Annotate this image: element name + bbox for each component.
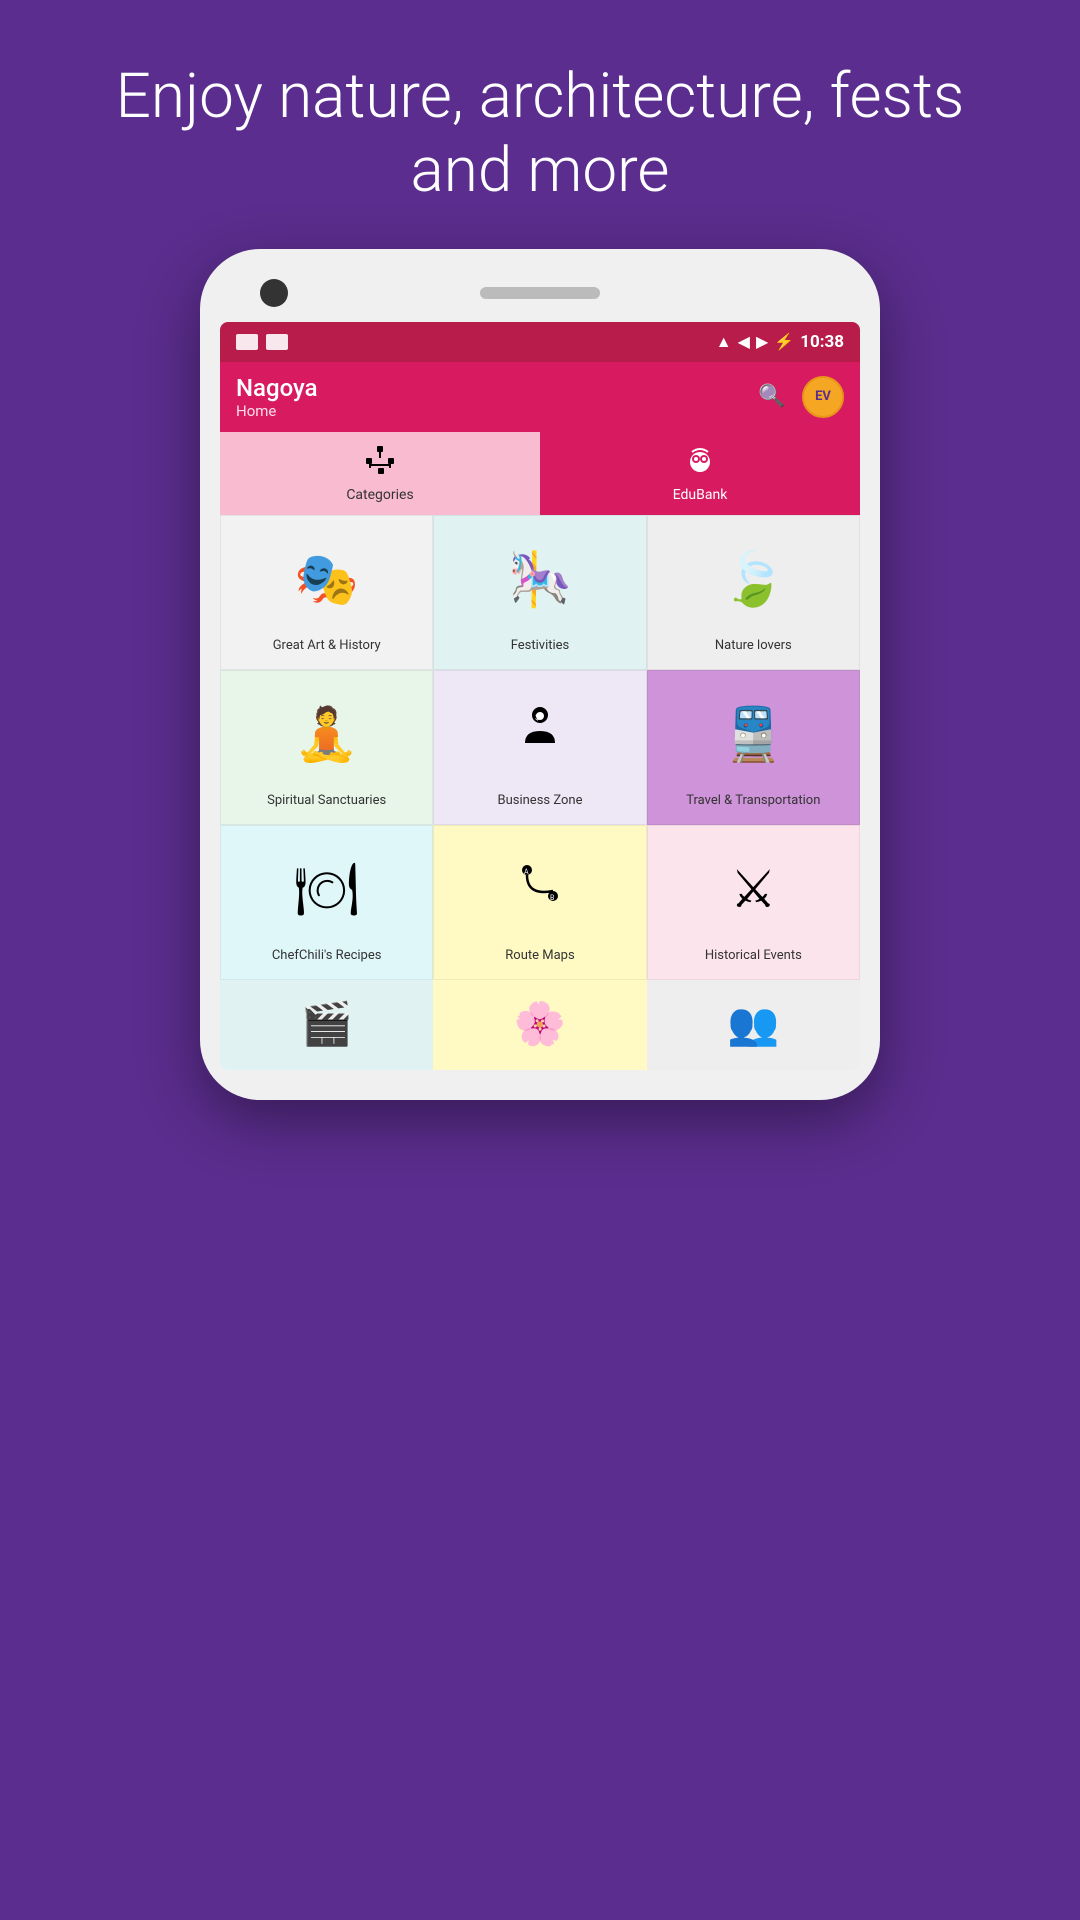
category-grid: 🎭 Great Art & History 🎠 Festivities 🍃 Na… [220,515,860,980]
app-bar: Nagoya Home 🔍 EV [220,362,860,432]
category-business[interactable]: $ Business Zone [433,670,646,825]
partial-row: 🎬 🌸 👥 [220,980,860,1070]
camera-icon [260,279,288,307]
status-time: 10:38 [800,332,844,352]
partial-icon-1: 🎬 [301,1000,353,1049]
category-travel[interactable]: 🚆 Travel & Transportation [647,670,860,825]
festivities-icon: 🎠 [508,549,573,610]
wifi-icon: ▲ [716,332,732,352]
historical-label: Historical Events [705,948,802,965]
battery-icon: ⚡ [774,332,794,351]
business-label: Business Zone [497,793,582,810]
user-avatar-button[interactable]: EV [802,376,844,418]
partial-cell-3[interactable]: 👥 [647,980,860,1070]
nature-icon: 🍃 [721,549,786,610]
status-left-icons [236,334,288,350]
app-title-block: Nagoya Home [236,374,318,420]
route-icon: A B [515,858,565,921]
festivities-label: Festivities [511,638,570,655]
travel-icon: 🚆 [721,704,786,765]
great-art-icon: 🎭 [294,549,359,610]
great-art-label: Great Art & History [273,638,381,655]
partial-icon-2: 🌸 [514,1000,566,1049]
app-icon-2 [266,334,288,350]
phone-screen: ▲ ◀ ▶ ⚡ 10:38 Nagoya Home 🔍 EV [220,322,860,1070]
partial-icon-3: 👥 [727,1000,779,1049]
category-route[interactable]: A B Route Maps [433,825,646,980]
category-spiritual[interactable]: 🧘 Spiritual Sanctuaries [220,670,433,825]
category-great-art[interactable]: 🎭 Great Art & History [220,515,433,670]
app-icon-1 [236,334,258,350]
tab-categories-label: Categories [346,487,413,503]
app-subtitle: Home [236,402,318,420]
phone-bezel [220,279,860,322]
route-label: Route Maps [505,948,574,965]
status-bar: ▲ ◀ ▶ ⚡ 10:38 [220,322,860,362]
phone-device: ▲ ◀ ▶ ⚡ 10:38 Nagoya Home 🔍 EV [200,249,880,1100]
categories-icon [364,444,396,483]
chef-icon: 🍽 [294,859,360,920]
signal-full-icon: ▶ [756,332,768,351]
status-right-icons: ▲ ◀ ▶ ⚡ 10:38 [716,332,844,352]
hero-text: Enjoy nature, architecture, fests and mo… [0,0,1080,249]
category-chef[interactable]: 🍽 ChefChili's Recipes [220,825,433,980]
partial-cell-2[interactable]: 🌸 [433,980,646,1070]
search-button[interactable]: 🔍 [754,379,790,415]
spiritual-label: Spiritual Sanctuaries [267,793,386,810]
app-bar-actions: 🔍 EV [754,376,844,418]
category-festivities[interactable]: 🎠 Festivities [433,515,646,670]
edubank-icon [684,444,716,483]
signal-icon: ◀ [738,332,750,351]
svg-text:B: B [550,894,554,902]
avatar-label: EV [815,389,831,404]
partial-cell-1[interactable]: 🎬 [220,980,433,1070]
business-icon: $ [515,703,565,766]
category-historical[interactable]: ⚔ Historical Events [647,825,860,980]
chef-label: ChefChili's Recipes [272,948,382,965]
historical-icon: ⚔ [730,859,777,920]
app-title: Nagoya [236,374,318,402]
tab-bar: Categories EduBank [220,432,860,515]
tab-edubank-label: EduBank [673,487,728,503]
nature-label: Nature lovers [715,638,792,655]
tab-categories[interactable]: Categories [220,432,540,515]
spiritual-icon: 🧘 [294,704,359,765]
speaker [480,287,600,299]
category-nature[interactable]: 🍃 Nature lovers [647,515,860,670]
svg-text:A: A [524,868,529,876]
svg-text:$: $ [535,713,540,722]
tab-edubank[interactable]: EduBank [540,432,860,515]
travel-label: Travel & Transportation [686,793,820,810]
